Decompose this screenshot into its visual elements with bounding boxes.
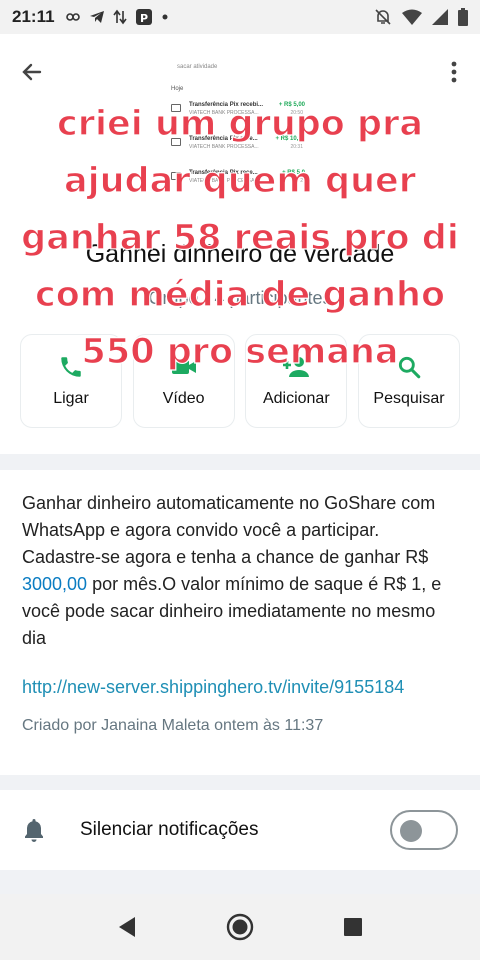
back-button[interactable] (14, 54, 50, 90)
tx-time: 2 (300, 178, 303, 184)
bell-icon (25, 819, 43, 842)
add-label: Adicionar (262, 390, 330, 407)
status-bar: 21:11 P (0, 0, 480, 34)
tx-subtitle: VIATECH BANK PROCESSA... (189, 178, 259, 184)
photo-today-label: Hoje (171, 86, 184, 92)
photo-transaction-row: Transferência Pix rece... VIATECH BANK P… (171, 136, 311, 160)
group-name[interactable]: Ganhei dinheiro de verdade (0, 240, 480, 269)
more-vertical-icon (451, 61, 457, 83)
description-amount[interactable]: 3000,00 (22, 574, 87, 594)
tx-amount: + R$ 5,00 (278, 102, 305, 108)
phone-icon (61, 357, 81, 377)
system-navigation-bar (0, 894, 480, 960)
signal-icon (432, 9, 448, 25)
square-recents-icon (344, 918, 363, 936)
tx-time: 20:31 (290, 144, 303, 150)
video-label: Vídeo (162, 390, 205, 407)
link-icon (65, 13, 80, 21)
telegram-icon (89, 11, 104, 23)
battery-icon (458, 8, 468, 26)
tx-subtitle: VIATECH BANK PROCESSA... (189, 144, 259, 150)
toggle-knob (400, 820, 422, 842)
group-photo[interactable]: sacar atividade Hoje Transferência Pix r… (165, 58, 315, 208)
tx-time: 20:50 (290, 110, 303, 116)
section-divider (0, 454, 480, 470)
arrow-back-icon (22, 63, 42, 81)
tx-amount: + R$ 5,0 (282, 170, 305, 176)
more-options-button[interactable] (442, 54, 466, 90)
section-divider (0, 775, 480, 790)
tx-title: Transferência Pix rece... (189, 136, 258, 142)
tx-title: Transferência Pix rece... (189, 170, 258, 176)
photo-transaction-row: Transferência Pix rece... VIATECH BANK P… (171, 170, 311, 194)
add-person-icon (283, 357, 310, 377)
tx-title: Transferência Pix recebi... (189, 102, 264, 108)
bank-icon (171, 172, 181, 180)
triangle-back-icon (118, 917, 135, 937)
group-header: sacar atividade Hoje Transferência Pix r… (0, 34, 480, 454)
home-circle-icon (226, 913, 254, 941)
status-system-icons (374, 8, 468, 26)
search-icon (398, 356, 421, 379)
status-time: 21:11 (12, 7, 55, 26)
tx-amount: + R$ 10,00 (275, 136, 305, 142)
p-app-icon: P (135, 9, 152, 25)
bank-icon (171, 138, 181, 146)
add-participant-button[interactable]: Adicionar (245, 334, 348, 428)
photo-search-text: sacar atividade (177, 64, 218, 70)
wifi-icon (402, 9, 422, 25)
group-description: Ganhar dinheiro automaticamente no GoSha… (0, 470, 480, 775)
group-participants-count: Grupo · 4 participantes (148, 288, 332, 308)
search-label: Pesquisar (373, 390, 445, 407)
nav-home-button[interactable] (220, 907, 260, 947)
section-divider (0, 870, 480, 894)
status-notification-icons: P (65, 8, 169, 26)
svg-text:P: P (140, 12, 148, 25)
mute-notification-icon (375, 9, 391, 25)
search-button[interactable]: Pesquisar (357, 334, 460, 428)
dot-icon (162, 14, 168, 20)
call-label: Ligar (53, 390, 89, 407)
data-arrows-icon (112, 9, 127, 25)
bank-icon (171, 104, 181, 112)
invite-link[interactable]: http://new-server.shippinghero.tv/invite… (22, 674, 458, 701)
nav-back-button[interactable] (107, 907, 147, 947)
video-icon (171, 360, 196, 374)
created-by-text: Criado por Janaina Maleta ontem às 11:37 (22, 717, 324, 734)
group-actions: Ligar Vídeo Adicionar Pesquisar (20, 334, 460, 428)
call-button[interactable]: Ligar (20, 334, 122, 428)
description-text-part: Ganhar dinheiro automaticamente no GoSha… (22, 493, 436, 567)
mute-notifications-toggle[interactable] (390, 810, 458, 850)
photo-transaction-row: Transferência Pix recebi... VIATECH BANK… (171, 102, 311, 126)
mute-notifications-label: Silenciar notificações (80, 819, 259, 840)
mute-notifications-row[interactable]: Silenciar notificações (0, 790, 480, 870)
tx-subtitle: VIATECH BANK PROCESSA... (189, 110, 259, 116)
video-button[interactable]: Vídeo (132, 334, 235, 428)
nav-recents-button[interactable] (333, 907, 373, 947)
description-text: Ganhar dinheiro automaticamente no GoSha… (22, 490, 458, 652)
